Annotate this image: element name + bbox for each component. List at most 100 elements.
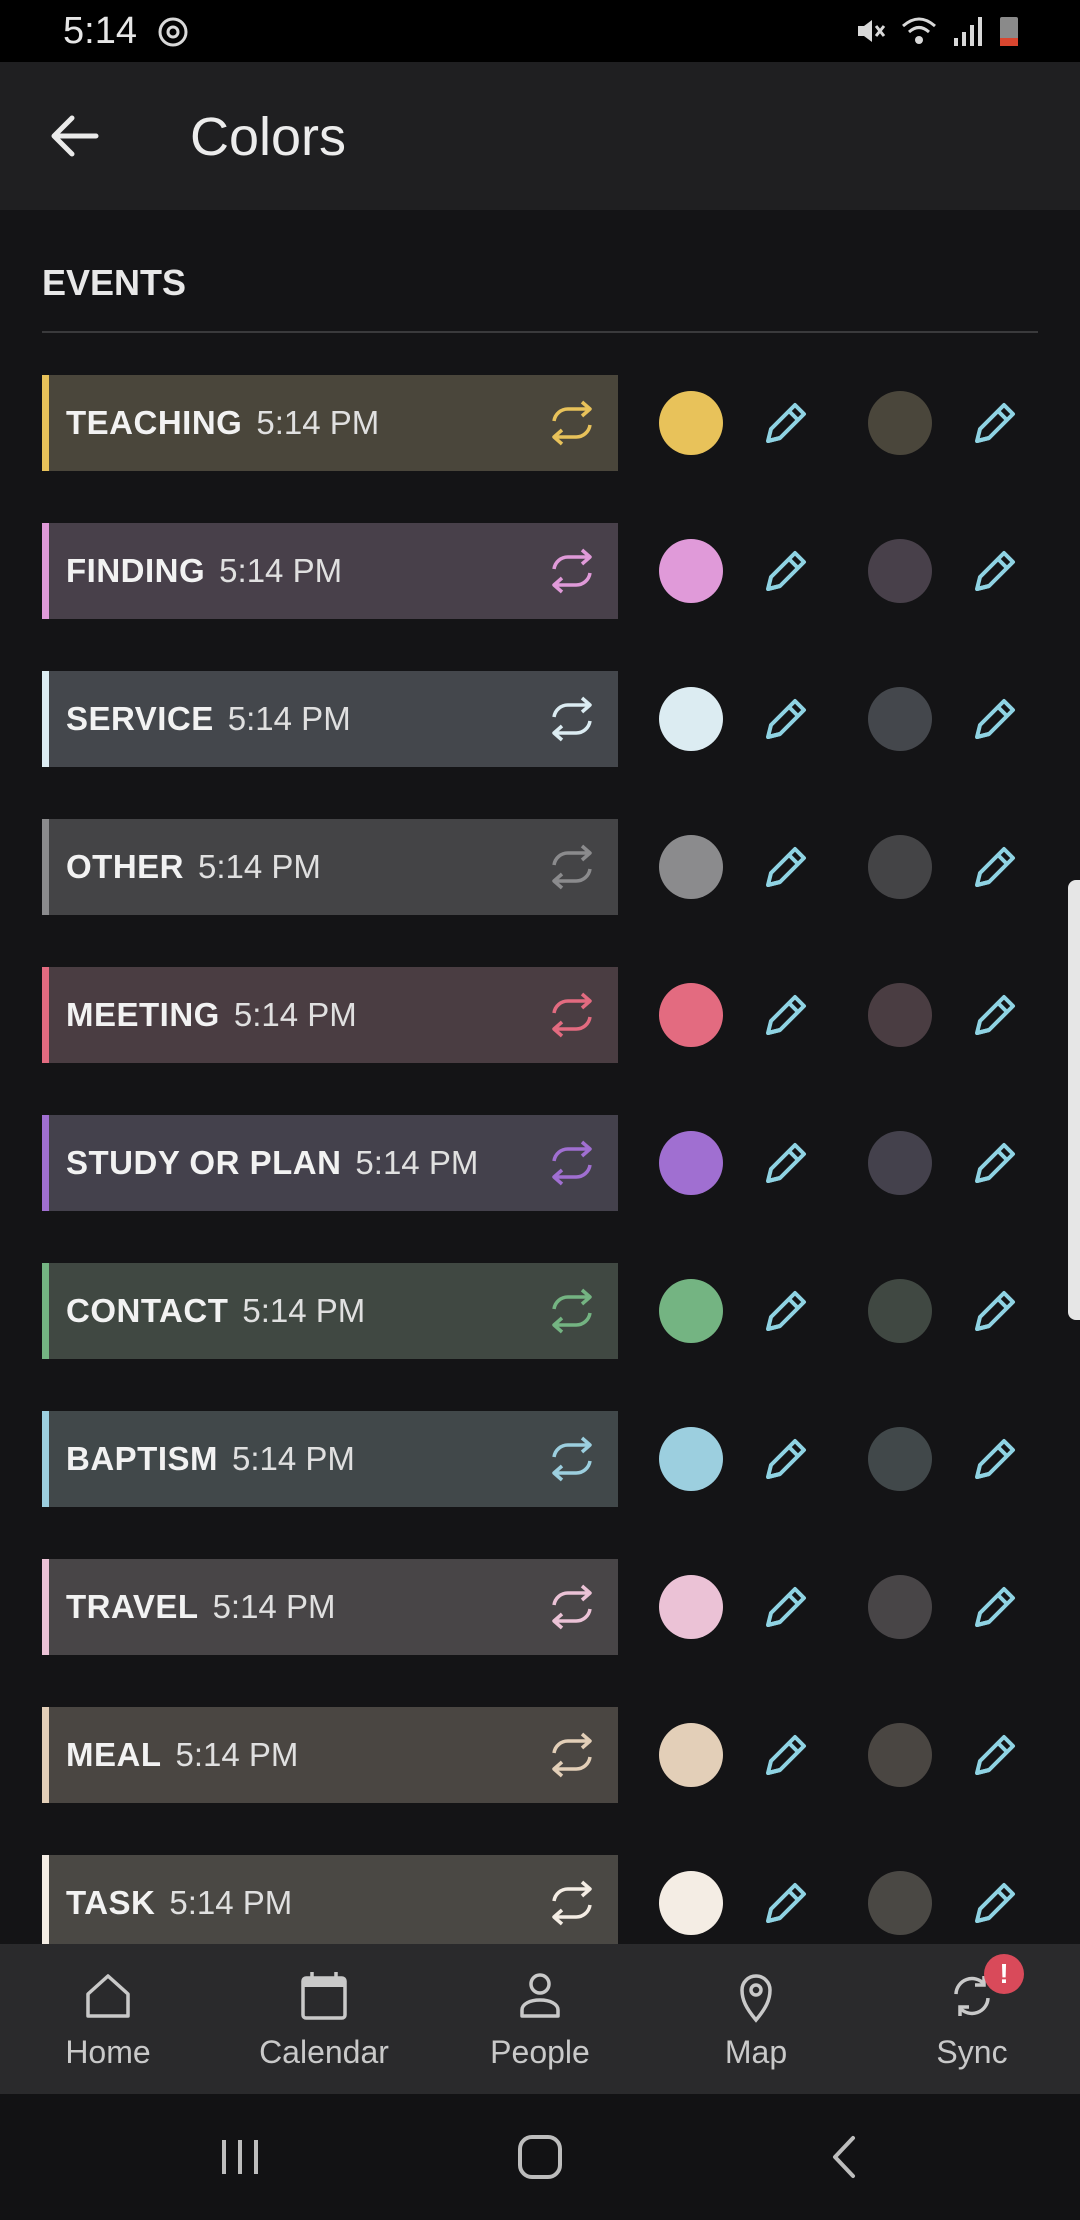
primary-color-swatch[interactable] <box>659 1723 723 1787</box>
edit-pencil-icon[interactable] <box>756 541 816 601</box>
edit-pencil-icon[interactable] <box>756 1873 816 1933</box>
repeat-icon <box>552 696 592 742</box>
repeat-icon <box>552 1436 592 1482</box>
event-color-stripe <box>42 1707 49 1803</box>
edit-pencil-icon[interactable] <box>965 1133 1025 1193</box>
edit-pencil-icon[interactable] <box>756 1725 816 1785</box>
nav-item-map[interactable]: Map <box>648 1944 864 2094</box>
event-time: 5:14 PM <box>198 848 321 885</box>
event-color-stripe <box>42 1855 49 1951</box>
edit-pencil-icon[interactable] <box>756 393 816 453</box>
edit-pencil-icon[interactable] <box>756 1133 816 1193</box>
edit-pencil-icon[interactable] <box>965 837 1025 897</box>
dark-color-swatch[interactable] <box>868 1871 932 1935</box>
event-name: BAPTISM <box>66 1440 218 1477</box>
edit-pencil-icon[interactable] <box>756 837 816 897</box>
signal-icon <box>954 17 982 46</box>
edit-pencil-icon[interactable] <box>756 689 816 749</box>
nav-item-sync[interactable]: ! Sync <box>864 1944 1080 2094</box>
edit-pencil-icon[interactable] <box>965 1429 1025 1489</box>
dark-color-swatch[interactable] <box>868 1427 932 1491</box>
event-name: OTHER <box>66 848 184 885</box>
home-icon <box>86 1974 130 2018</box>
scrollbar[interactable] <box>1068 880 1080 1320</box>
primary-color-swatch[interactable] <box>659 687 723 751</box>
repeat-icon <box>552 1584 592 1630</box>
wifi-icon <box>902 17 936 44</box>
primary-color-swatch[interactable] <box>659 835 723 899</box>
event-time: 5:14 PM <box>212 1588 336 1625</box>
dark-color-swatch[interactable] <box>868 983 932 1047</box>
home-button-icon[interactable] <box>510 2132 570 2182</box>
edit-pencil-icon[interactable] <box>965 689 1025 749</box>
event-name: CONTACT <box>66 1292 229 1329</box>
edit-pencil-icon[interactable] <box>965 1725 1025 1785</box>
edit-pencil-icon[interactable] <box>756 1429 816 1489</box>
event-color-stripe <box>42 819 49 915</box>
event-preview-card: TRAVEL 5:14 PM <box>42 1559 618 1655</box>
recent-apps-icon[interactable] <box>210 2132 270 2182</box>
repeat-icon <box>552 1288 592 1334</box>
dark-color-swatch[interactable] <box>868 391 932 455</box>
event-name: TEACHING <box>66 404 243 441</box>
nav-item-people[interactable]: People <box>432 1944 648 2094</box>
event-time: 5:14 PM <box>175 1736 299 1773</box>
edit-pencil-icon[interactable] <box>965 1577 1025 1637</box>
back-button[interactable] <box>40 106 110 166</box>
event-color-row: TASK 5:14 PM <box>0 1855 1080 1951</box>
person-icon <box>520 1973 560 2018</box>
repeat-icon <box>552 1880 592 1926</box>
event-name: FINDING <box>66 552 206 589</box>
sync-status-icon <box>158 17 188 47</box>
sync-alert-badge: ! <box>984 1954 1024 1994</box>
edit-pencil-icon[interactable] <box>965 393 1025 453</box>
event-time: 5:14 PM <box>232 1440 355 1477</box>
dark-color-swatch[interactable] <box>868 1131 932 1195</box>
dark-color-swatch[interactable] <box>868 835 932 899</box>
event-preview-card: MEAL 5:14 PM <box>42 1707 618 1803</box>
repeat-icon <box>552 844 592 890</box>
section-divider <box>42 331 1038 333</box>
edit-pencil-icon[interactable] <box>756 985 816 1045</box>
bottom-nav: Home Calendar People Map ! Sync <box>0 1944 1080 2094</box>
app-bar: Colors <box>0 62 1080 210</box>
arrow-left-icon <box>51 115 99 157</box>
primary-color-swatch[interactable] <box>659 1131 723 1195</box>
primary-color-swatch[interactable] <box>659 391 723 455</box>
repeat-icon <box>552 400 592 446</box>
event-name: MEAL <box>66 1736 162 1773</box>
event-name: MEETING <box>66 996 220 1033</box>
primary-color-swatch[interactable] <box>659 1871 723 1935</box>
edit-pencil-icon[interactable] <box>756 1281 816 1341</box>
primary-color-swatch[interactable] <box>659 1427 723 1491</box>
edit-pencil-icon[interactable] <box>756 1577 816 1637</box>
nav-item-home[interactable]: Home <box>0 1944 216 2094</box>
event-name: SERVICE <box>66 700 214 737</box>
edit-pencil-icon[interactable] <box>965 985 1025 1045</box>
edit-pencil-icon[interactable] <box>965 1873 1025 1933</box>
nav-item-calendar[interactable]: Calendar <box>216 1944 432 2094</box>
primary-color-swatch[interactable] <box>659 983 723 1047</box>
dark-color-swatch[interactable] <box>868 1723 932 1787</box>
edit-pencil-icon[interactable] <box>965 1281 1025 1341</box>
primary-color-swatch[interactable] <box>659 1279 723 1343</box>
dark-color-swatch[interactable] <box>868 1575 932 1639</box>
event-time: 5:14 PM <box>169 1884 293 1921</box>
dark-color-swatch[interactable] <box>868 687 932 751</box>
event-color-row: TRAVEL 5:14 PM <box>0 1559 1080 1655</box>
event-preview-card: FINDING 5:14 PM <box>42 523 618 619</box>
edit-pencil-icon[interactable] <box>965 541 1025 601</box>
status-icons <box>852 14 1020 48</box>
repeat-icon <box>552 548 592 594</box>
event-color-stripe <box>42 671 49 767</box>
event-color-row: SERVICE 5:14 PM <box>0 671 1080 767</box>
back-nav-icon[interactable] <box>815 2132 875 2182</box>
primary-color-swatch[interactable] <box>659 1575 723 1639</box>
event-color-stripe <box>42 375 49 471</box>
repeat-icon <box>552 1140 592 1186</box>
primary-color-swatch[interactable] <box>659 539 723 603</box>
nav-label-map: Map <box>724 2034 788 2070</box>
event-time: 5:14 PM <box>256 404 380 441</box>
dark-color-swatch[interactable] <box>868 1279 932 1343</box>
dark-color-swatch[interactable] <box>868 539 932 603</box>
